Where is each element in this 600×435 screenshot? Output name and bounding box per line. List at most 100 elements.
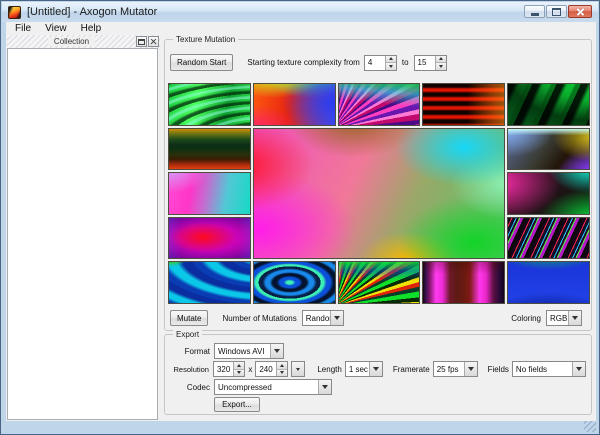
arrow-down-icon [572,316,578,320]
menu-view[interactable]: View [38,22,74,35]
texture-thumbnail-r5c2[interactable] [253,261,336,304]
framerate-combobox[interactable]: 25 fps [433,361,478,377]
texture-thumbnail-r2c1[interactable] [168,128,251,171]
spin-down-button[interactable] [436,63,446,70]
arrow-down-icon [373,367,379,371]
export-group-title: Export [173,330,202,339]
combo-dropdown-button[interactable] [572,362,585,376]
complexity-from-value: 4 [365,56,385,70]
codec-value: Uncompressed [215,380,318,394]
texture-thumbnail-r1c2[interactable] [253,83,336,126]
texture-thumbnail-r2c5[interactable] [507,128,590,171]
collection-float-button[interactable] [136,36,147,47]
format-combobox[interactable]: Windows AVI [214,343,284,359]
combo-dropdown-button[interactable] [568,311,581,325]
framerate-value: 25 fps [434,362,464,376]
start-controls-row: Random Start Starting texture complexity… [170,54,586,71]
mutate-button[interactable]: Mutate [170,310,208,326]
spin-down-button[interactable] [234,370,244,377]
texture-thumbnail-r5c3[interactable] [338,261,421,304]
close-button[interactable] [568,5,592,18]
texture-thumbnail-r3c5[interactable] [507,172,590,215]
spin-up-button[interactable] [386,56,396,64]
texture-preview-center[interactable] [253,128,505,260]
format-value: Windows AVI [215,344,270,358]
combo-dropdown-button[interactable] [330,311,343,325]
length-combobox[interactable]: 1 sec [345,361,383,377]
menu-bar: File View Help [6,22,596,35]
arrow-down-icon [389,65,393,68]
arrow-down-icon [322,385,328,389]
combo-dropdown-button[interactable] [369,362,382,376]
menu-file[interactable]: File [8,22,38,35]
texture-thumbnail-r5c1[interactable] [168,261,251,304]
window-title: [Untitled] - Axogon Mutator [27,6,157,18]
combo-dropdown-button[interactable] [464,362,477,376]
arrow-down-icon [334,316,340,320]
texture-thumbnail-r1c1[interactable] [168,83,251,126]
spin-up-button[interactable] [277,362,287,370]
texture-thumbnail-r4c5[interactable] [507,217,590,260]
minimize-icon [531,13,539,16]
texture-mutation-group: Texture Mutation Random Start Starting t… [164,39,592,331]
texture-thumbnail-r1c5[interactable] [507,83,590,126]
client-area: Collection Texture Mutation Random Start… [6,35,596,421]
collection-list[interactable] [7,48,158,420]
maximize-button[interactable] [546,5,567,18]
spin-buttons [385,56,396,70]
length-value: 1 sec [346,362,369,376]
spin-buttons [276,362,287,376]
spin-down-button[interactable] [277,370,287,377]
texture-thumbnail-r3c1[interactable] [168,172,251,215]
codec-combobox[interactable]: Uncompressed [214,379,332,395]
coloring-label: Coloring [511,314,541,323]
arrow-down-icon [280,371,284,374]
complexity-label: Starting texture complexity from [247,58,359,67]
arrow-down-icon [468,367,474,371]
menu-help[interactable]: Help [74,22,109,35]
resolution-preset-dropdown[interactable] [291,361,306,377]
codec-label: Codec [170,383,210,392]
resolution-label: Resolution [170,365,209,374]
resolution-height-value: 240 [256,362,275,376]
length-label: Length [317,365,341,374]
spin-up-button[interactable] [234,362,244,370]
collection-close-button[interactable] [148,36,159,47]
arrow-down-icon [237,371,241,374]
mutate-controls-row: Mutate Number of Mutations Random Colori… [170,310,586,326]
complexity-to-spinbox[interactable]: 15 [414,55,447,71]
collection-titlebar[interactable]: Collection [7,35,160,48]
arrow-down-icon [296,368,300,371]
spin-down-button[interactable] [386,63,396,70]
number-of-mutations-combobox[interactable]: Random [302,310,344,326]
fields-combobox[interactable]: No fields [512,361,586,377]
coloring-combobox[interactable]: RGB [546,310,582,326]
complexity-from-spinbox[interactable]: 4 [364,55,397,71]
export-button-row: Export... [170,397,586,412]
title-bar[interactable]: [Untitled] - Axogon Mutator [2,2,598,22]
resize-grip[interactable] [584,421,596,432]
spin-up-button[interactable] [436,56,446,64]
texture-thumbnail-r1c4[interactable] [422,83,505,126]
number-of-mutations-label: Number of Mutations [222,314,296,323]
texture-thumbnail-r1c3[interactable] [338,83,421,126]
texture-thumbnail-r5c4[interactable] [422,261,505,304]
app-icon [8,6,21,19]
format-label: Format [170,347,210,356]
combo-dropdown-button[interactable] [318,380,331,394]
minimize-button[interactable] [524,5,545,18]
complexity-to-value: 15 [415,56,435,70]
export-button[interactable]: Export... [214,397,260,412]
framerate-label: Framerate [393,365,430,374]
texture-grid [168,83,590,304]
to-label: to [402,58,409,67]
random-start-button[interactable]: Random Start [170,54,233,71]
combo-dropdown-button[interactable] [270,344,283,358]
collection-panel: Collection [6,35,162,421]
collection-title: Collection [48,37,95,46]
texture-thumbnail-r4c1[interactable] [168,217,251,260]
texture-thumbnail-r5c5[interactable] [507,261,590,304]
fields-label: Fields [488,365,509,374]
resolution-width-spinbox[interactable]: 320 [213,361,245,377]
resolution-height-spinbox[interactable]: 240 [255,361,287,377]
